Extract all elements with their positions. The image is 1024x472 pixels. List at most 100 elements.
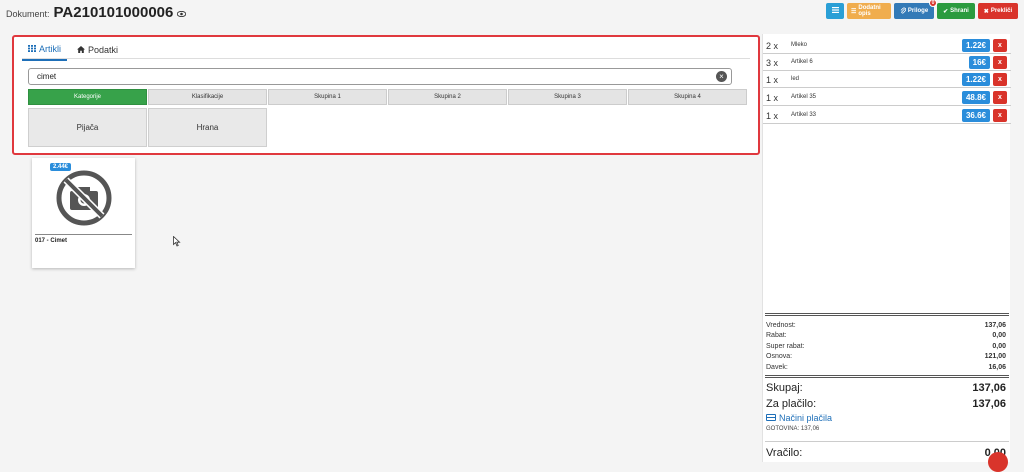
remove-item-button[interactable]: x [993, 91, 1007, 104]
total-row-vrednost: Vrednost: 137,06 [763, 320, 1011, 331]
total-label: Rabat: [766, 332, 787, 340]
search-input[interactable]: cimet [28, 68, 732, 85]
tab-artikli-label: Artikli [39, 44, 61, 54]
document-title: Dokument: PA210101000006 [6, 4, 187, 21]
cart-item[interactable]: 1 x Artikel 35 48.8€ x [763, 89, 1011, 106]
cart-item-name: Artikel 33 [791, 112, 817, 118]
no-photo-icon [54, 168, 114, 228]
total-row-super-rabat: Super rabat: 0,00 [763, 341, 1011, 352]
document-number: PA210101000006 [53, 4, 174, 21]
floating-action-button[interactable] [988, 452, 1008, 472]
card-divider [35, 234, 132, 235]
category-tab-skupina-2[interactable]: Skupina 2 [388, 89, 507, 105]
cart-item-name: Mleko [791, 42, 808, 48]
credit-card-icon [766, 414, 776, 421]
category-tabs: Kategorije Klasifikacije Skupina 1 Skupi… [28, 89, 747, 105]
cash-line: GOTOVINA: 137,06 [766, 426, 820, 432]
total-value: 137,06 [984, 321, 1006, 329]
cart-item-qty: 2 x [766, 41, 779, 51]
paperclip-icon [900, 7, 906, 16]
total-value: 0,00 [992, 332, 1006, 340]
tab-podatki-label: Podatki [88, 45, 119, 55]
clear-search-icon[interactable]: × [716, 71, 727, 82]
za-placilo-label: Za plačilo: [766, 397, 817, 410]
eye-icon[interactable] [177, 10, 187, 19]
cart-item-price[interactable]: 36.6€ [961, 109, 990, 122]
total-row-za-placilo: Za plačilo: 137,06 [763, 396, 1011, 412]
cart-item-qty: 1 x [766, 111, 779, 121]
list-button[interactable] [826, 3, 844, 19]
product-card[interactable]: 2.44€ 017 - Cimet [32, 158, 135, 268]
extra-description-label: Dodatni opis [858, 5, 881, 17]
total-row-osnova: Osnova: 121,00 [763, 352, 1011, 363]
cart-item-qty: 3 x [766, 58, 779, 68]
cart-item[interactable]: 3 x Artikel 6 16€ x [763, 54, 1011, 71]
cart-panel: 2 x Mleko 1.22€ x 3 x Artikel 6 16€ x 1 … [762, 34, 1011, 462]
total-label: Davek: [766, 363, 788, 371]
total-row-davek: Davek: 16,06 [763, 362, 1011, 373]
attachments-label: Priloge [907, 8, 929, 14]
total-value: 16,06 [988, 363, 1006, 371]
remove-item-button[interactable]: x [993, 39, 1007, 52]
document-label: Dokument: [6, 9, 50, 19]
attachments-count-badge: 0 [929, 0, 937, 7]
cart-item-name: Artikel 35 [791, 94, 817, 100]
cart-item-qty: 1 x [766, 93, 779, 103]
cart-item[interactable]: 1 x Artikel 33 36.6€ x [763, 107, 1011, 124]
save-label: Shrani [950, 8, 969, 14]
grid-icon [28, 44, 36, 54]
payment-methods-label: Načini plačila [779, 412, 833, 423]
cart-item-name: led [791, 76, 800, 82]
product-name: 017 - Cimet [35, 238, 68, 244]
za-placilo-value: 137,06 [972, 397, 1006, 410]
total-label: Super rabat: [766, 342, 805, 350]
remove-item-button[interactable]: x [993, 73, 1007, 86]
cart-item-price[interactable]: 1.22€ [961, 73, 990, 86]
save-button[interactable]: ✔ Shrani [937, 3, 975, 19]
category-tab-kategorije[interactable]: Kategorije [28, 89, 147, 105]
skupaj-label: Skupaj: [766, 381, 803, 394]
remove-item-button[interactable]: x [993, 109, 1007, 122]
vracilo-label: Vračilo: [766, 446, 803, 459]
total-value: 0,00 [992, 342, 1006, 350]
cancel-label: Prekliči [990, 8, 1013, 14]
articles-panel: Artikli Podatki cimet × Kategorije Klasi… [12, 35, 760, 155]
attachments-button[interactable]: Priloge 0 [894, 0, 937, 19]
tabs-divider [22, 58, 750, 59]
list-icon [831, 7, 839, 15]
top-bar: Dokument: PA210101000006 ☰ Dodatni opis … [0, 0, 1024, 24]
total-row-skupaj: Skupaj: 137,06 [763, 380, 1011, 396]
check-icon: ✔ [943, 8, 949, 15]
total-value: 121,00 [984, 353, 1006, 361]
cart-item[interactable]: 2 x Mleko 1.22€ x [763, 37, 1011, 54]
search-value: cimet [37, 72, 57, 81]
cancel-button[interactable]: ✖ Prekliči [978, 3, 1018, 19]
total-label: Osnova: [766, 353, 793, 361]
cart-item[interactable]: 1 x led 1.22€ x [763, 71, 1011, 88]
cart-item-qty: 1 x [766, 75, 779, 85]
group-button-hrana[interactable]: Hrana [148, 108, 267, 147]
total-row-rabat: Rabat: 0,00 [763, 331, 1011, 342]
group-buttons: Pijača Hrana [28, 108, 267, 147]
category-tab-skupina-1[interactable]: Skupina 1 [268, 89, 387, 105]
mouse-cursor-icon [173, 235, 181, 250]
cart-item-price[interactable]: 16€ [968, 56, 990, 69]
skupaj-value: 137,06 [972, 381, 1006, 394]
close-icon: ✖ [983, 8, 989, 15]
category-tab-skupina-4[interactable]: Skupina 4 [628, 89, 747, 105]
totals-section: Vrednost: 137,06 Rabat: 0,00 Super rabat… [763, 313, 1011, 461]
payment-methods-link[interactable]: Načini plačila [763, 412, 1011, 424]
total-row-vracilo: Vračilo: 0,00 [763, 445, 1011, 461]
category-tab-klasifikacije[interactable]: Klasifikacije [148, 89, 267, 105]
cart-item-price[interactable]: 1.22€ [961, 39, 990, 52]
cart-item-price[interactable]: 48.8€ [961, 91, 990, 104]
home-icon [77, 45, 85, 55]
remove-item-button[interactable]: x [993, 56, 1007, 69]
category-tab-skupina-3[interactable]: Skupina 3 [508, 89, 627, 105]
total-label: Vrednost: [766, 321, 796, 329]
product-price-badge: 2.44€ [50, 163, 72, 171]
list-alt-icon: ☰ [851, 8, 857, 15]
cart-item-name: Artikel 6 [791, 59, 813, 65]
group-button-pijaca[interactable]: Pijača [28, 108, 147, 147]
extra-description-button[interactable]: ☰ Dodatni opis [847, 3, 891, 19]
